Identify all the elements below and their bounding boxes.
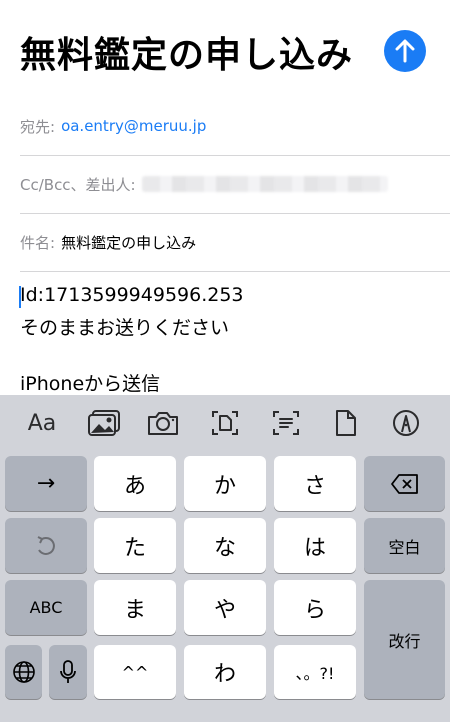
kana-key-ha[interactable]: は: [274, 518, 356, 573]
redacted-sender: [141, 176, 388, 192]
to-label: 宛先:: [20, 117, 56, 136]
separator: [20, 271, 450, 272]
body-line-1: Id:1713599949596.253: [20, 284, 244, 306]
cc-label: Cc/Bcc、差出人:: [20, 175, 136, 194]
kana-key-ya[interactable]: や: [184, 580, 266, 635]
format-button[interactable]: Aa: [22, 405, 62, 441]
body-line-2: そのままお送りください: [20, 317, 230, 339]
dakuten-key[interactable]: ^^: [94, 645, 176, 699]
document-icon[interactable]: [326, 405, 366, 441]
delete-key[interactable]: [364, 456, 445, 511]
kana-key-ma[interactable]: ま: [94, 580, 176, 635]
kana-key-a[interactable]: あ: [94, 456, 176, 511]
subject-row[interactable]: 件名: 無料鑑定の申し込み: [20, 232, 440, 252]
to-row[interactable]: 宛先: oa.entry@meruu.jp: [20, 116, 440, 136]
kana-key-ra[interactable]: ら: [274, 580, 356, 635]
cc-row[interactable]: Cc/Bcc、差出人:: [20, 174, 440, 194]
send-button[interactable]: [384, 30, 426, 72]
camera-icon[interactable]: [143, 405, 183, 441]
separator: [20, 213, 450, 214]
kana-key-wa[interactable]: わ: [184, 645, 266, 699]
subject-field[interactable]: 無料鑑定の申し込み: [61, 232, 196, 253]
abc-key[interactable]: ABC: [5, 580, 87, 635]
kana-key-sa[interactable]: さ: [274, 456, 356, 511]
next-candidate-key[interactable]: →: [5, 456, 87, 511]
microphone-key[interactable]: [49, 645, 87, 699]
to-recipient[interactable]: oa.entry@meruu.jp: [61, 117, 206, 135]
kana-key-ka[interactable]: か: [184, 456, 266, 511]
globe-icon: [12, 661, 35, 683]
undo-icon: [37, 535, 55, 555]
kana-key-ta[interactable]: た: [94, 518, 176, 573]
punctuation-key[interactable]: 、。?!: [274, 645, 356, 699]
separator: [20, 155, 450, 156]
space-key[interactable]: 空白: [364, 518, 445, 573]
scan-text-icon[interactable]: [266, 405, 306, 441]
scan-document-icon[interactable]: [205, 405, 245, 441]
keyboard: Aa → ABC あ か さ た な は ま や ら ^^ わ 、。?! 空白 …: [0, 395, 450, 722]
page-title: 無料鑑定の申し込み: [20, 35, 354, 76]
markup-icon[interactable]: [386, 405, 426, 441]
keyboard-toolbar: Aa: [0, 395, 450, 451]
microphone-icon: [60, 660, 76, 683]
arrow-up-icon: [395, 39, 415, 63]
return-key[interactable]: 改行: [364, 580, 445, 699]
photo-library-icon[interactable]: [84, 405, 124, 441]
backspace-icon: [390, 473, 418, 494]
subject-label: 件名:: [20, 233, 56, 252]
kana-key-na[interactable]: な: [184, 518, 266, 573]
undo-key[interactable]: [5, 518, 87, 573]
signature: iPhoneから送信: [20, 373, 161, 395]
globe-key[interactable]: [5, 645, 42, 699]
